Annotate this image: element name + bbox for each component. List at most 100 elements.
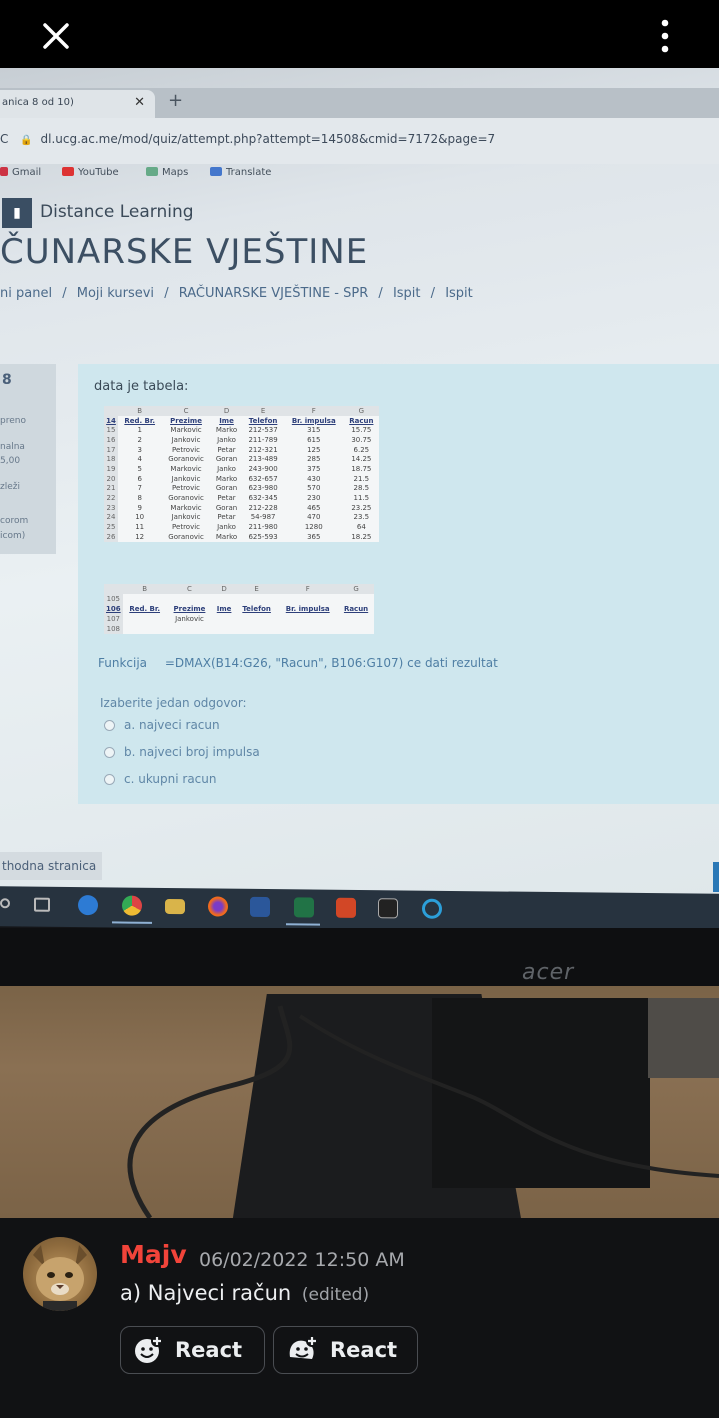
file-explorer-icon[interactable] bbox=[165, 898, 185, 915]
more-options-button[interactable] bbox=[641, 10, 689, 62]
table-cell: 2 bbox=[137, 435, 142, 444]
reload-icon[interactable]: C bbox=[0, 132, 8, 146]
active-app-indicator bbox=[112, 921, 152, 924]
table-cell: 632-345 bbox=[248, 494, 278, 503]
table-row: 24 10 Jankovic Petar 54-987 470 23.5 bbox=[104, 512, 379, 523]
monitor-brand-logo: acer bbox=[522, 960, 575, 985]
answer-option-b[interactable]: b. najveci broj impulsa bbox=[104, 745, 260, 759]
chrome-icon[interactable] bbox=[122, 895, 142, 916]
table-cell: 18.25 bbox=[351, 532, 372, 541]
powerpoint-icon[interactable] bbox=[336, 897, 356, 918]
table-cell: 212-537 bbox=[248, 426, 278, 435]
table-cell: Janko bbox=[217, 464, 236, 473]
cable-lines bbox=[127, 1005, 719, 1218]
function-label: Funkcija bbox=[98, 656, 148, 670]
message-text: a) Najveci račun (edited) bbox=[120, 1281, 369, 1305]
site-name[interactable]: Distance Learning bbox=[40, 202, 194, 222]
row-number: 26 bbox=[104, 531, 118, 542]
table-cell: 4 bbox=[137, 455, 142, 464]
criteria-spreadsheet-image: BC DE FG 105 106 Red. Br. Prezime Ime Tele… bbox=[104, 584, 374, 634]
breadcrumb-item[interactable]: Ispit bbox=[393, 286, 421, 301]
radio-button[interactable] bbox=[104, 773, 115, 785]
breadcrumb: ni panel / Moji kursevi / RAČUNARSKE VJE… bbox=[0, 286, 479, 301]
answer-option-c[interactable]: c. ukupni racun bbox=[104, 772, 216, 786]
address-bar[interactable]: C 🔒 dl.ucg.ac.me/mod/quiz/attempt.php?at… bbox=[0, 118, 719, 164]
breadcrumb-separator: / bbox=[430, 286, 436, 301]
table-cell: Janko bbox=[217, 435, 236, 444]
table-cell: 285 bbox=[307, 455, 321, 464]
next-page-button[interactable] bbox=[713, 862, 719, 892]
spreadsheet-image: BC DE FG 14 Red. Br. Prezime Ime Telefon B… bbox=[104, 406, 379, 542]
search-icon[interactable] bbox=[0, 898, 10, 909]
close-icon bbox=[43, 23, 69, 49]
terminal-icon[interactable] bbox=[378, 898, 398, 919]
radio-button[interactable] bbox=[104, 746, 115, 758]
table-row: 23 9 Markovic Goran 212-228 465 23.25 bbox=[104, 502, 379, 513]
info-line: icom) bbox=[0, 531, 26, 541]
table-row: 17 3 Petrovic Petar 212-321 125 6.25 bbox=[104, 444, 379, 455]
answer-option-a[interactable]: a. najveci racun bbox=[104, 718, 220, 732]
word-icon[interactable] bbox=[250, 896, 270, 918]
message-author[interactable]: Majv bbox=[120, 1240, 187, 1269]
table-cell: 125 bbox=[307, 445, 321, 454]
previous-page-button[interactable]: thodna stranica bbox=[0, 852, 102, 880]
table-cell: 54-987 bbox=[250, 513, 276, 522]
function-text: =DMAX(B14:G26, "Racun", B106:G107) ce da… bbox=[164, 656, 498, 670]
breadcrumb-item[interactable]: Moji kursevi bbox=[77, 286, 154, 301]
more-vertical-icon bbox=[661, 19, 669, 53]
react-button-1[interactable]: React bbox=[120, 1326, 265, 1374]
table-cell: Goranovic bbox=[168, 494, 204, 503]
table-row: 20 6 Jankovic Marko 632-657 430 21.5 bbox=[104, 473, 379, 484]
table-cell: 8 bbox=[137, 494, 142, 503]
table-cell: Goranovic bbox=[168, 455, 204, 464]
table-cell: 18.75 bbox=[351, 464, 372, 473]
breadcrumb-item[interactable]: RAČUNARSKE VJEŠTINE - SPR bbox=[179, 286, 369, 301]
flag-question-link[interactable]: zleži bbox=[0, 482, 20, 492]
table-row: 18 4 Goranovic Goran 213-489 285 14.25 bbox=[104, 454, 379, 465]
excel-icon[interactable] bbox=[294, 897, 314, 918]
breadcrumb-item[interactable]: Ispit bbox=[445, 286, 473, 301]
react-button-2[interactable]: React bbox=[273, 1326, 418, 1374]
windows-taskbar bbox=[0, 886, 719, 934]
row-number: 22 bbox=[104, 493, 118, 503]
radio-button[interactable] bbox=[104, 719, 115, 731]
table-cell: Goran bbox=[215, 455, 238, 464]
edge-icon[interactable] bbox=[78, 895, 98, 916]
info-line: preno bbox=[0, 416, 26, 426]
table-cell: 12 bbox=[135, 532, 145, 541]
app-icon[interactable] bbox=[422, 898, 442, 919]
table-cell: 9 bbox=[137, 503, 142, 512]
firefox-icon[interactable] bbox=[208, 896, 228, 917]
bookmark-translate[interactable]: Translate bbox=[210, 167, 271, 178]
breadcrumb-item[interactable]: ni panel bbox=[0, 286, 52, 301]
info-line: 5,00 bbox=[0, 456, 21, 466]
table-cell: Petrovic bbox=[172, 445, 201, 454]
user-avatar[interactable] bbox=[23, 1237, 97, 1311]
table-cell: 14.25 bbox=[351, 455, 372, 464]
info-line: corom bbox=[0, 516, 29, 526]
close-button[interactable] bbox=[30, 10, 82, 62]
new-tab-icon[interactable]: + bbox=[168, 90, 183, 111]
row-number: 16 bbox=[104, 435, 118, 445]
attachment-photo[interactable]: anica 8 od 10) ✕ + C 🔒 dl.ucg.ac.me/mod/… bbox=[0, 68, 719, 1218]
tab-close-icon[interactable]: ✕ bbox=[134, 95, 145, 110]
function-statement: Funkcija =DMAX(B14:G26, "Racun", B106:G1… bbox=[98, 656, 498, 670]
bookmark-youtube[interactable]: YouTube bbox=[62, 167, 119, 178]
row-number: 17 bbox=[104, 444, 118, 455]
table-cell: 470 bbox=[307, 513, 321, 522]
bookmarks-bar: Gmail YouTube Maps Translate bbox=[0, 164, 719, 186]
url-text: dl.ucg.ac.me/mod/quiz/attempt.php?attemp… bbox=[40, 132, 496, 146]
row-number: 24 bbox=[104, 512, 118, 523]
table-cell: 375 bbox=[307, 464, 321, 473]
monitor-screen: anica 8 od 10) ✕ + C 🔒 dl.ucg.ac.me/mod/… bbox=[0, 68, 719, 903]
table-row: 21 7 Petrovic Goran 623-980 570 28.5 bbox=[104, 483, 379, 494]
monitor-bezel bbox=[0, 928, 719, 990]
table-cell: 15.75 bbox=[351, 426, 372, 435]
bookmark-maps[interactable]: Maps bbox=[146, 167, 188, 178]
row-number: 15 bbox=[104, 425, 118, 436]
message-timestamp: 06/02/2022 12:50 AM bbox=[199, 1249, 405, 1271]
browser-tab[interactable]: anica 8 od 10) ✕ bbox=[0, 90, 155, 118]
site-logo-icon[interactable]: ▮ bbox=[2, 198, 32, 228]
bookmark-gmail[interactable]: Gmail bbox=[0, 167, 41, 178]
task-view-icon[interactable] bbox=[34, 897, 50, 912]
